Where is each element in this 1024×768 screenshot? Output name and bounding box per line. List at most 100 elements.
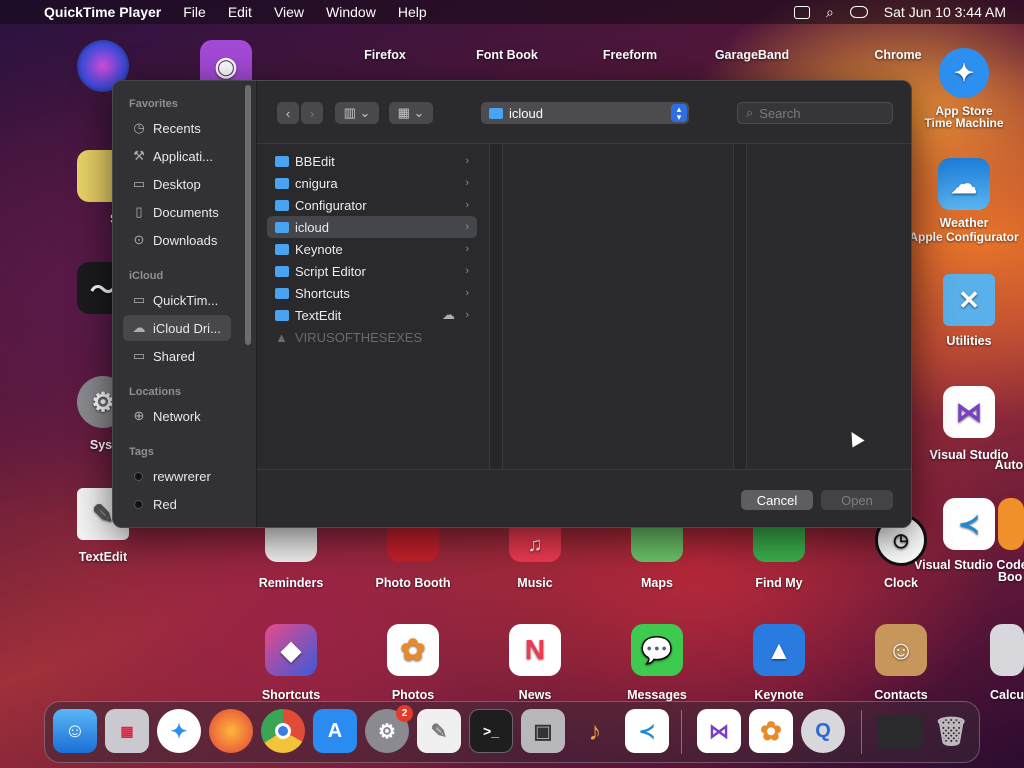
file-browser: BBEdit › cnigura › Configurator › icloud › K… xyxy=(257,143,911,470)
desktop-icon-messages[interactable]: 💬 Messages xyxy=(602,624,712,702)
sidebar-tag-rewwrerer[interactable]: rewwrerer xyxy=(123,463,231,489)
column-resize-handle[interactable] xyxy=(733,144,747,470)
dock-safari-icon[interactable]: ✦ xyxy=(157,709,201,753)
folder-icon xyxy=(275,287,289,299)
desktop-icon-photos[interactable]: ✿ Photos xyxy=(358,624,468,702)
dock-app-store-icon[interactable]: A xyxy=(313,709,357,753)
dock-launchpad-icon[interactable]: ▦ xyxy=(105,709,149,753)
dock-quicktime-icon[interactable]: Q xyxy=(801,709,845,753)
dock-visual-studio-icon[interactable]: ⋈ xyxy=(697,709,741,753)
sidebar-item-shared[interactable]: ▭ Shared xyxy=(123,343,231,369)
dock-photos-icon[interactable]: ✿ xyxy=(749,709,793,753)
menu-edit[interactable]: Edit xyxy=(228,4,252,20)
desktop-icon-freeform[interactable]: Freeform xyxy=(575,26,685,62)
photo-booth-icon xyxy=(387,528,439,562)
desktop-icon-visual-studio[interactable]: ⋈ Visual Studio xyxy=(914,386,1024,462)
group-view-button[interactable]: ▦ ⌄ xyxy=(389,102,433,124)
stage-manager-icon[interactable] xyxy=(793,5,810,19)
file-row-keynote[interactable]: Keynote › xyxy=(267,238,477,260)
dock-finder-icon[interactable]: ☺ xyxy=(53,709,97,753)
desktop-icon-automator[interactable]: Autor xyxy=(968,452,1024,472)
desktop-icon-calculator[interactable]: Calcu xyxy=(990,624,1024,702)
search-field[interactable]: ⌕ Search xyxy=(737,102,893,124)
sidebar-item-recents[interactable]: ◷ Recents xyxy=(123,115,231,141)
dock-garageband-icon[interactable]: ♪ xyxy=(573,709,617,753)
location-popup[interactable]: icloud ▴ ▾ xyxy=(481,102,689,124)
spotlight-search-icon[interactable]: ⌕ xyxy=(826,4,834,21)
sidebar-item-desktop[interactable]: ▭ Desktop xyxy=(123,171,231,197)
open-button[interactable]: Open xyxy=(821,490,893,510)
menu-view[interactable]: View xyxy=(274,4,304,20)
messages-icon: 💬 xyxy=(631,624,683,676)
cloud-icon: ☁ xyxy=(132,320,146,335)
sidebar-item-documents[interactable]: ▯ Documents xyxy=(123,199,231,225)
sidebar-item-quicktime[interactable]: ▭ QuickTim... xyxy=(123,287,231,313)
desktop-icon-garageband[interactable]: GarageBand xyxy=(697,26,807,62)
chevron-right-icon: › xyxy=(465,199,469,211)
desktop-icon-utilities[interactable]: ✕ Utilities xyxy=(914,274,1024,348)
dock-chrome-icon[interactable] xyxy=(261,709,305,753)
menu-file[interactable]: File xyxy=(183,4,206,20)
column-resize-handle[interactable] xyxy=(489,144,503,470)
cloud-download-icon[interactable]: ☁ xyxy=(442,307,455,323)
clock-icon: ◷ xyxy=(133,120,145,135)
desktop-icon-reminders[interactable]: Reminders xyxy=(236,528,346,590)
dock-trash-icon[interactable]: 🗑 xyxy=(929,709,973,753)
desktop-icon-find-my[interactable]: Find My xyxy=(724,528,834,590)
desktop-icon-weather[interactable]: ☁ Weather Apple Configurator xyxy=(904,158,1024,244)
music-icon: ♫ xyxy=(509,528,561,562)
keynote-folder-icon xyxy=(275,243,289,255)
desktop-icon-firefox[interactable]: Firefox xyxy=(330,26,440,62)
dock-image-capture-icon[interactable]: ▣ xyxy=(521,709,565,753)
dock-textedit-icon[interactable]: ✎ xyxy=(417,709,461,753)
column-view-button[interactable]: ▥ ⌄ xyxy=(335,102,379,124)
dock-terminal-icon[interactable]: >_ xyxy=(469,709,513,753)
forward-button[interactable]: › xyxy=(301,102,323,124)
menu-bar: QuickTime Player File Edit View Window H… xyxy=(0,0,1024,24)
desktop-icon-keynote[interactable]: ▲ Keynote xyxy=(724,624,834,702)
sidebar-item-icloud-drive[interactable]: ☁ iCloud Dri... xyxy=(123,315,231,341)
desktop-icon-safari[interactable]: ✦ App Store Time Machine xyxy=(904,48,1024,130)
dialog-sidebar: Favorites ◷ Recents ⚒ Applicati... ▭ Deskto… xyxy=(113,81,257,527)
file-row-textedit[interactable]: TextEdit ☁ › xyxy=(267,304,477,326)
cancel-button[interactable]: Cancel xyxy=(741,490,813,510)
sidebar-item-downloads[interactable]: ⊙ Downloads xyxy=(123,227,231,253)
dock-firefox-icon[interactable] xyxy=(209,709,253,753)
dock-divider xyxy=(861,710,862,754)
columns-icon: ▥ ⌄ xyxy=(343,105,371,120)
sidebar-scrollbar[interactable] xyxy=(245,85,251,345)
desktop-icon-font-book[interactable]: Font Book xyxy=(452,26,562,62)
desktop-icon-maps[interactable]: Maps xyxy=(602,528,712,590)
dock-minimized-window-icon[interactable] xyxy=(877,715,923,749)
desktop-icon-music[interactable]: ♫ Music xyxy=(480,528,590,590)
desktop-icon-news[interactable]: N News xyxy=(480,624,590,702)
app-icon: ▲ xyxy=(275,329,288,345)
sidebar-item-applications[interactable]: ⚒ Applicati... xyxy=(123,143,231,169)
desktop-icon-contacts[interactable]: ☺ Contacts xyxy=(846,624,956,702)
file-row-icloud[interactable]: icloud › xyxy=(267,216,477,238)
menu-window[interactable]: Window xyxy=(326,4,376,20)
tags-header: Tags xyxy=(129,446,154,458)
sidebar-item-network[interactable]: ⊕ Network xyxy=(123,403,231,429)
keynote-icon: ▲ xyxy=(753,624,805,676)
app-menu[interactable]: QuickTime Player xyxy=(44,4,161,20)
sidebar-tag-red[interactable]: Red xyxy=(123,491,231,517)
menubar-clock[interactable]: Sat Jun 10 3:44 AM xyxy=(884,4,1006,20)
dock-vscode-icon[interactable]: ≺ xyxy=(625,709,669,753)
desktop-icon-shortcuts[interactable]: ◆ Shortcuts xyxy=(236,624,346,702)
desktop-icon-books[interactable]: Boo xyxy=(998,498,1024,584)
back-button[interactable]: ‹ xyxy=(277,102,299,124)
desktop-icon-photo-booth[interactable]: Photo Booth xyxy=(358,528,468,590)
tag-dot-icon xyxy=(134,499,143,509)
file-row-bbedit[interactable]: BBEdit › xyxy=(267,150,477,172)
control-center-icon[interactable] xyxy=(849,6,868,18)
file-row-configurator[interactable]: Configurator › xyxy=(267,194,477,216)
file-row-shortcuts[interactable]: Shortcuts › xyxy=(267,282,477,304)
dock-system-settings-icon[interactable]: ⚙ 2 xyxy=(365,705,413,753)
file-row-cnigura[interactable]: cnigura › xyxy=(267,172,477,194)
shared-folder-icon: ▭ xyxy=(132,348,146,363)
menu-help[interactable]: Help xyxy=(398,4,427,20)
document-icon: ▯ xyxy=(135,204,143,219)
chevron-right-icon: › xyxy=(465,243,469,255)
file-row-script-editor[interactable]: Script Editor › xyxy=(267,260,477,282)
